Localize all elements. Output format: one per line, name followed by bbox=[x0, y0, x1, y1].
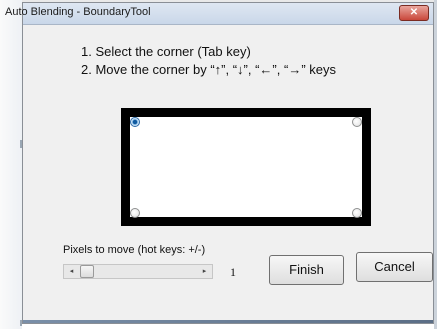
instruction-line-1: 1. Select the corner (Tab key) bbox=[81, 44, 251, 59]
corner-selection-frame bbox=[121, 108, 371, 226]
cancel-button[interactable]: Cancel bbox=[356, 252, 433, 282]
slider-left-arrow-icon[interactable]: ◂ bbox=[64, 265, 79, 278]
pixels-value: 1 bbox=[230, 265, 236, 279]
close-button[interactable]: ✕ bbox=[399, 5, 429, 21]
window-bottom-border bbox=[23, 320, 433, 323]
title-bar[interactable]: Auto Blending - BoundaryTool ✕ bbox=[5, 3, 433, 25]
pixels-to-move-label: Pixels to move (hot keys: +/-) bbox=[63, 244, 206, 256]
corner-radio-bottom-left[interactable] bbox=[130, 208, 140, 218]
finish-button[interactable]: Finish bbox=[269, 255, 344, 285]
pixels-slider[interactable]: ◂ ▸ bbox=[63, 264, 213, 279]
window-title: Auto Blending - BoundaryTool bbox=[5, 6, 151, 18]
corner-radio-top-right[interactable] bbox=[352, 117, 362, 127]
slider-thumb[interactable] bbox=[80, 265, 94, 278]
instruction-line-2: 2. Move the corner by “↑”, “↓”, “←”, “→”… bbox=[81, 62, 336, 77]
background-window-edge bbox=[0, 0, 22, 329]
slider-right-arrow-icon[interactable]: ▸ bbox=[197, 265, 212, 278]
dialog-window: Auto Blending - BoundaryTool ✕ 1. Select… bbox=[5, 2, 434, 324]
close-icon: ✕ bbox=[409, 7, 419, 18]
corner-radio-top-left[interactable] bbox=[130, 117, 140, 127]
corner-radio-bottom-right[interactable] bbox=[352, 208, 362, 218]
instructions: 1. Select the corner (Tab key) 2. Move t… bbox=[81, 43, 336, 79]
